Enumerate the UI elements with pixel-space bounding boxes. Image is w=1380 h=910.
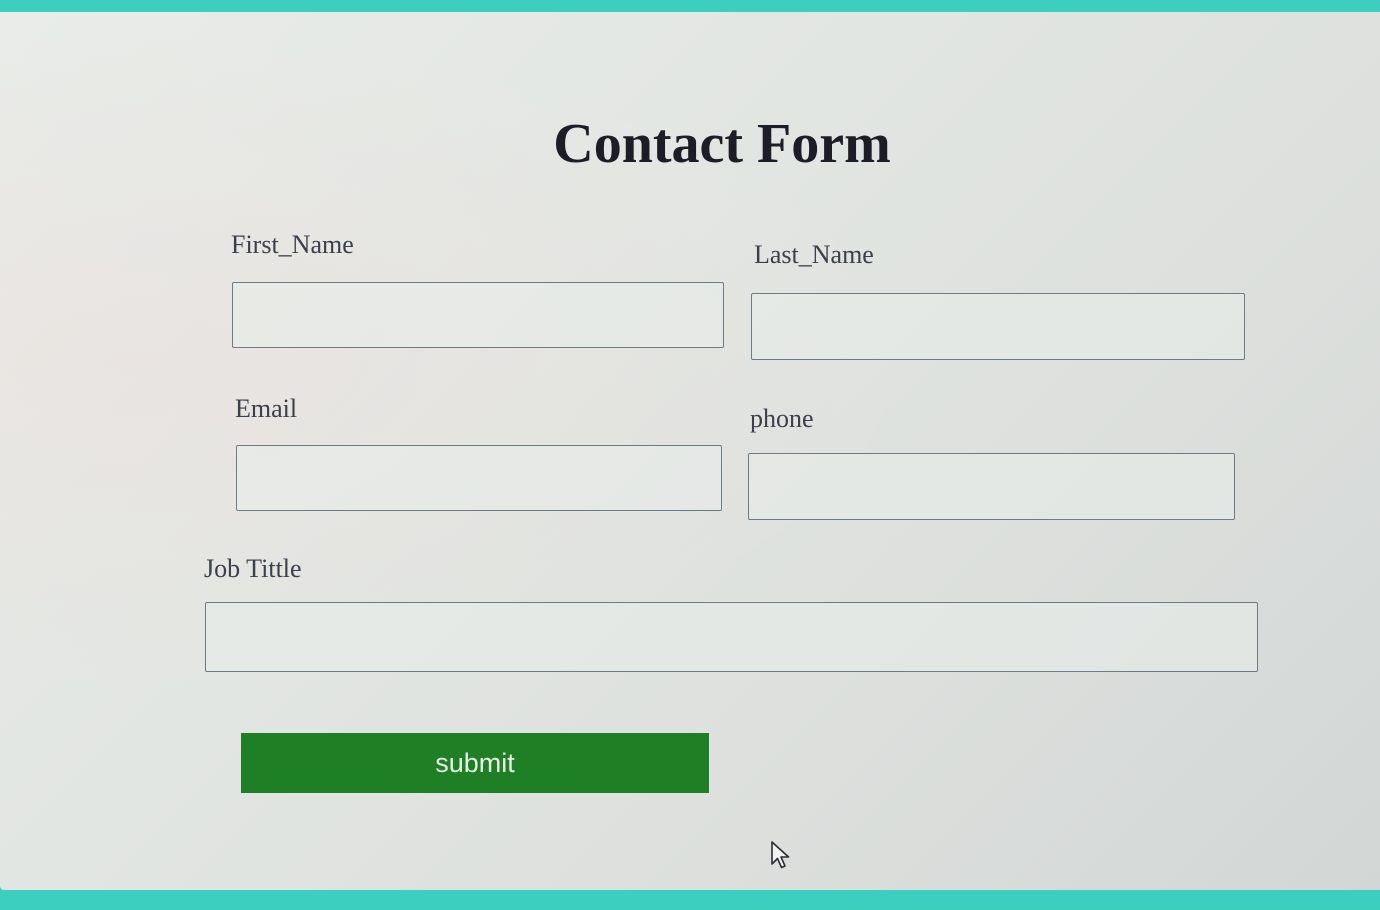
job-title-label: Job Tittle — [204, 554, 302, 583]
email-label: Email — [235, 394, 298, 423]
phone-label: phone — [750, 404, 814, 433]
first-name-input[interactable] — [232, 282, 724, 348]
last-name-label: Last_Name — [754, 240, 874, 269]
email-input[interactable] — [236, 445, 722, 511]
job-title-input[interactable] — [205, 602, 1258, 672]
last-name-input[interactable] — [751, 293, 1245, 360]
mouse-pointer-icon — [771, 841, 790, 869]
form-title: Contact Form — [553, 113, 891, 175]
submit-button[interactable]: submit — [241, 733, 709, 793]
phone-input[interactable] — [748, 453, 1235, 520]
first-name-label: First_Name — [231, 230, 354, 259]
